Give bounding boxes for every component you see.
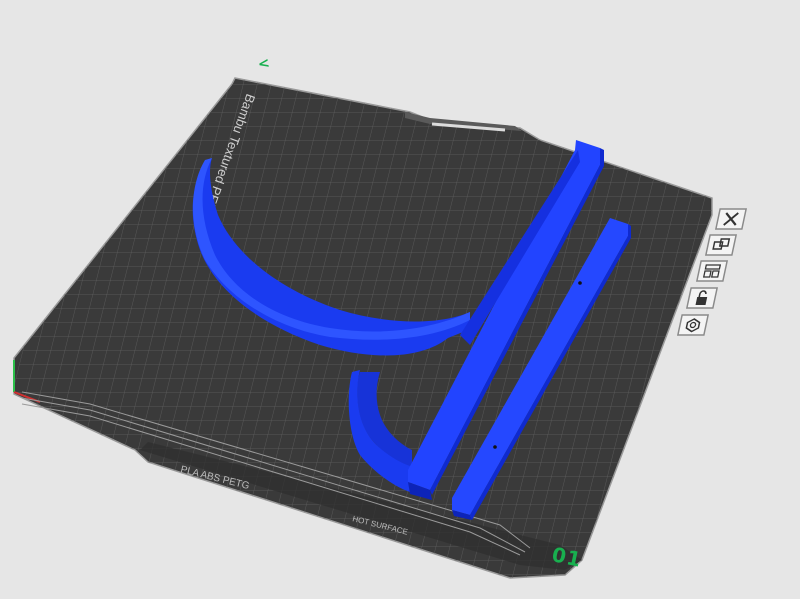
pick-objects-icon[interactable] — [703, 233, 738, 257]
axis-marker-label: < — [256, 55, 272, 73]
3d-viewport[interactable]: Bambu Textured PEI Plate PLA ABS PETG HO… — [0, 0, 800, 599]
close-plate-icon[interactable] — [713, 207, 748, 231]
plate-settings-icon[interactable] — [675, 313, 710, 337]
arrange-icon[interactable] — [694, 259, 729, 283]
build-plate[interactable] — [0, 0, 800, 599]
lock-plate-icon[interactable] — [684, 286, 719, 310]
